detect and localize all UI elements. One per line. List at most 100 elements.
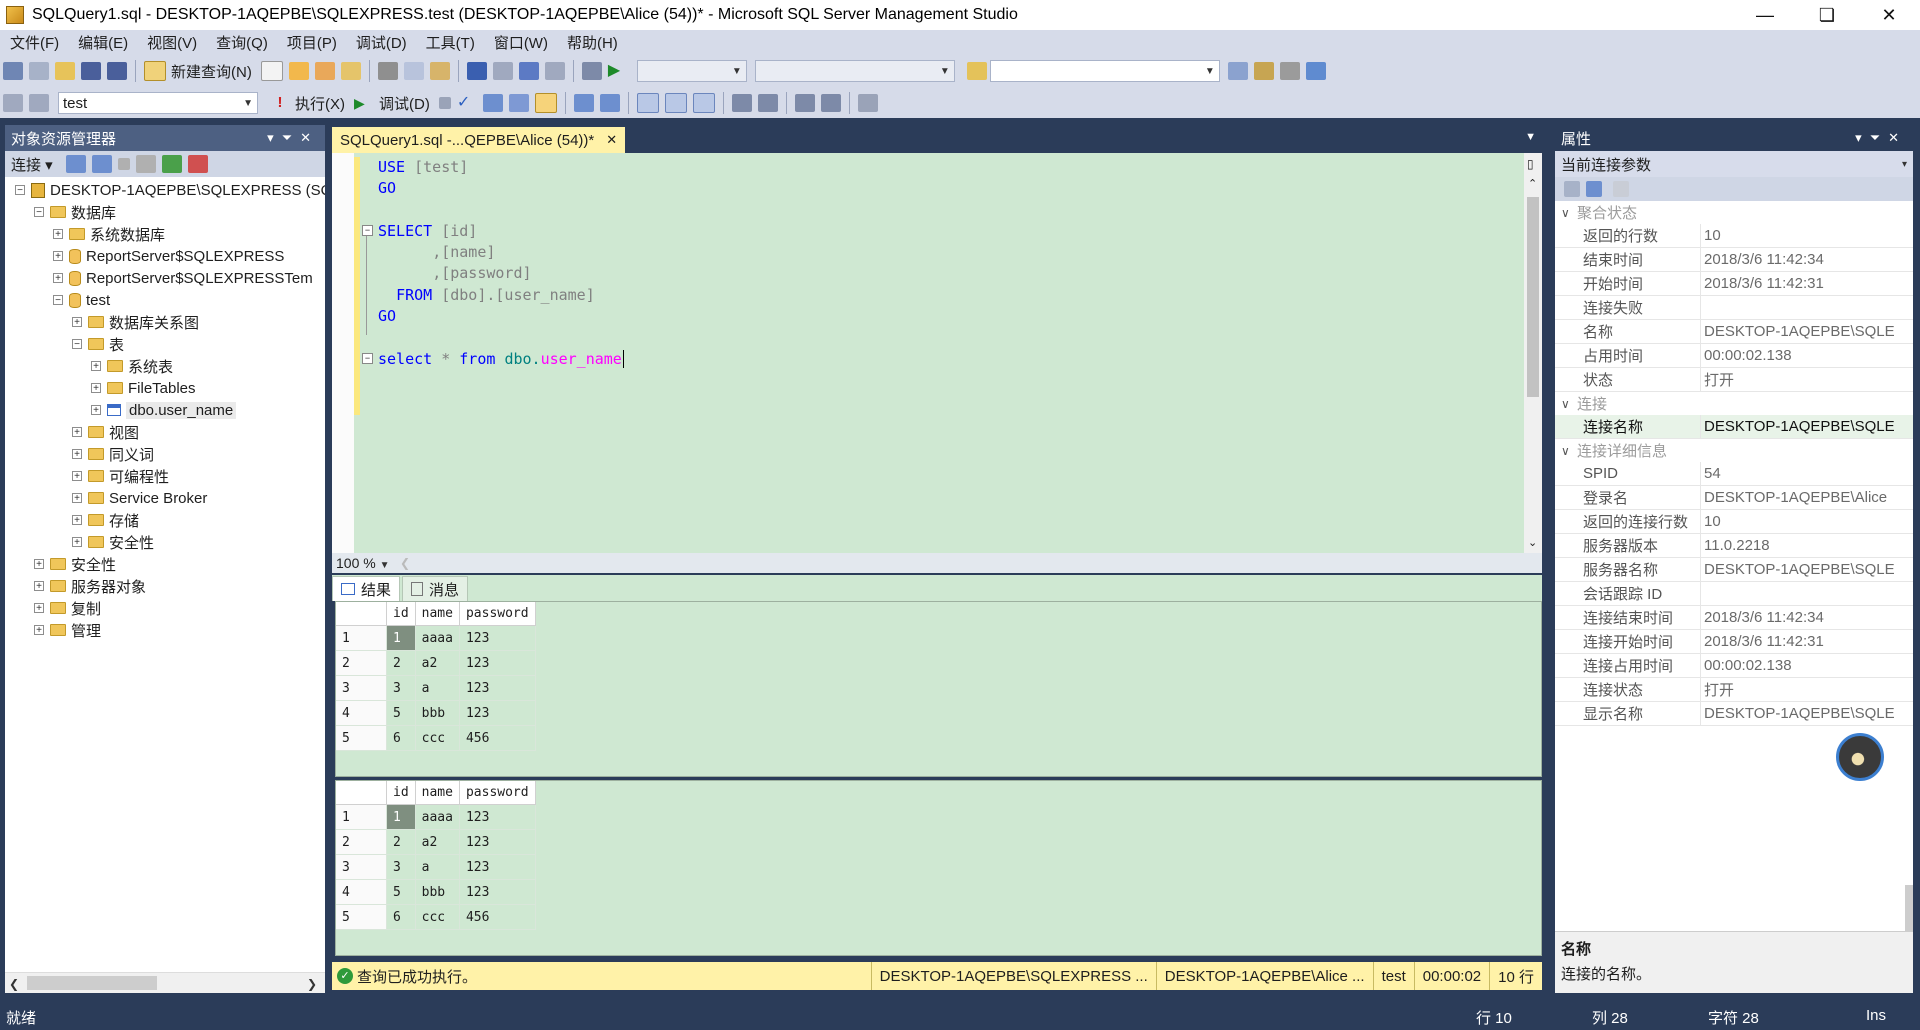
row-number[interactable]: 2 xyxy=(336,650,387,676)
column-header[interactable]: name xyxy=(415,602,460,626)
tab-messages[interactable]: 消息 xyxy=(402,576,469,601)
table-cell[interactable]: a xyxy=(415,675,460,701)
tree-node[interactable]: + 服务器对象 xyxy=(34,575,146,597)
property-row[interactable]: 连接状态 打开 xyxy=(1555,678,1913,702)
property-row[interactable]: 登录名 DESKTOP-1AQEPBE\Alice xyxy=(1555,486,1913,510)
row-number[interactable]: 2 xyxy=(336,829,387,855)
results-to-grid-icon[interactable] xyxy=(664,93,687,113)
table-row[interactable]: 5 6 ccc 456 xyxy=(336,904,536,930)
table-cell[interactable]: 123 xyxy=(459,804,536,830)
property-row[interactable]: 显示名称 DESKTOP-1AQEPBE\SQLE xyxy=(1555,702,1913,726)
table-cell[interactable]: 123 xyxy=(459,650,536,676)
table-cell[interactable]: aaaa xyxy=(415,625,460,651)
property-row[interactable]: 返回的行数 10 xyxy=(1555,224,1913,248)
table-row[interactable]: 1 1 aaaa 123 xyxy=(336,625,536,651)
increase-indent-icon[interactable] xyxy=(820,94,841,112)
column-header[interactable]: id xyxy=(386,602,416,626)
table-cell[interactable]: 456 xyxy=(459,725,536,751)
connect-dropdown[interactable]: 连接 ▾ xyxy=(11,154,53,175)
table-cell[interactable]: 123 xyxy=(459,625,536,651)
tree-node[interactable]: + 管理 xyxy=(34,619,101,641)
collapse-icon[interactable]: − xyxy=(34,207,44,218)
scroll-up-icon[interactable]: ⌃ xyxy=(1528,177,1537,190)
start-icon[interactable]: ▶ xyxy=(608,62,628,80)
property-row[interactable]: 连接占用时间 00:00:02.138 xyxy=(1555,654,1913,678)
results-to-text-icon[interactable] xyxy=(636,93,659,113)
tree-node[interactable]: − 数据库 xyxy=(34,201,116,223)
expand-icon[interactable]: + xyxy=(91,361,101,372)
tree-node[interactable]: + 安全性 xyxy=(72,531,154,553)
column-header[interactable]: password xyxy=(459,781,536,805)
grid-corner[interactable] xyxy=(336,602,387,626)
include-plan-icon[interactable] xyxy=(573,94,594,112)
change-connection-icon[interactable] xyxy=(29,94,49,112)
menu-help[interactable]: 帮助(H) xyxy=(557,32,627,53)
column-header[interactable]: password xyxy=(459,602,536,626)
tree-node[interactable]: + FileTables xyxy=(91,377,196,399)
tree-node[interactable]: + 视图 xyxy=(72,421,139,443)
tree-node[interactable]: + 复制 xyxy=(34,597,101,619)
table-row[interactable]: 3 3 a 123 xyxy=(336,854,536,880)
table-row[interactable]: 1 1 aaaa 123 xyxy=(336,804,536,830)
table-cell[interactable]: 5 xyxy=(386,700,416,726)
new-project-icon[interactable] xyxy=(3,62,23,80)
property-category[interactable]: ∨ 连接 xyxy=(1555,392,1913,415)
categorized-icon[interactable] xyxy=(1564,181,1580,197)
alphabetical-icon[interactable] xyxy=(1586,181,1602,197)
property-row[interactable]: 服务器版本 11.0.2218 xyxy=(1555,534,1913,558)
property-category[interactable]: ∨ 聚合状态 xyxy=(1555,201,1913,224)
tree-node[interactable]: + 系统表 xyxy=(91,355,173,377)
property-pages-icon[interactable] xyxy=(1613,181,1629,197)
cut-icon[interactable] xyxy=(377,62,398,80)
sql-editor[interactable]: − − USE [test] GO SELECT [id] ,[name] ,[… xyxy=(332,153,1542,553)
menu-project[interactable]: 项目(P) xyxy=(277,32,346,53)
property-row[interactable]: 返回的连接行数 10 xyxy=(1555,510,1913,534)
chevron-down-icon[interactable]: ∨ xyxy=(1561,397,1577,411)
table-cell[interactable]: 456 xyxy=(459,904,536,930)
floating-avatar[interactable] xyxy=(1836,733,1884,781)
dmx-query-icon[interactable] xyxy=(340,62,361,80)
redo-icon[interactable] xyxy=(492,62,513,80)
table-cell[interactable]: bbb xyxy=(415,879,460,905)
collapse-icon[interactable]: − xyxy=(362,225,373,236)
table-cell[interactable]: ccc xyxy=(415,904,460,930)
client-stats-icon[interactable] xyxy=(599,94,620,112)
chevron-down-icon[interactable]: ∨ xyxy=(1561,206,1577,220)
find-icon[interactable] xyxy=(544,62,565,80)
table-cell[interactable]: 2 xyxy=(386,829,416,855)
horizontal-scrollbar[interactable]: ❮ ❯ xyxy=(5,972,325,993)
tree-node[interactable]: − 表 xyxy=(72,333,124,355)
dropdown-icon[interactable]: ▾ xyxy=(1855,130,1870,145)
pin-icon[interactable]: ⏷ xyxy=(282,130,300,145)
expand-icon[interactable]: + xyxy=(72,537,82,548)
row-number[interactable]: 5 xyxy=(336,725,387,751)
save-icon[interactable] xyxy=(81,62,101,80)
collapse-icon[interactable]: − xyxy=(72,339,82,350)
open-file-icon[interactable] xyxy=(55,62,75,80)
tree-node[interactable]: + ReportServer$SQLEXPRESS xyxy=(53,245,284,267)
property-category[interactable]: ∨ 连接详细信息 xyxy=(1555,439,1913,462)
column-header[interactable]: name xyxy=(415,781,460,805)
row-number[interactable]: 1 xyxy=(336,625,387,651)
property-row[interactable]: 会话跟踪 ID xyxy=(1555,582,1913,606)
expand-icon[interactable]: + xyxy=(34,581,44,592)
property-row[interactable]: 连接失败 xyxy=(1555,296,1913,320)
table-cell[interactable]: ccc xyxy=(415,725,460,751)
platform-combo[interactable]: ▼ xyxy=(754,60,955,82)
table-cell[interactable]: 123 xyxy=(459,829,536,855)
row-number[interactable]: 4 xyxy=(336,879,387,905)
minimize-button[interactable]: — xyxy=(1734,0,1796,30)
connect-icon[interactable] xyxy=(3,94,23,112)
scroll-left-icon[interactable]: ❮ xyxy=(400,556,410,570)
analysis-query-icon[interactable] xyxy=(288,62,309,80)
expand-icon[interactable]: + xyxy=(34,559,44,570)
connect-icon[interactable] xyxy=(65,155,86,173)
tree-node[interactable]: + 可编程性 xyxy=(72,465,169,487)
dropdown-icon[interactable]: ▾ xyxy=(267,130,282,145)
expand-icon[interactable]: + xyxy=(91,405,101,416)
restore-button[interactable]: ❏ xyxy=(1796,0,1858,30)
scroll-down-icon[interactable]: ⌄ xyxy=(1528,536,1537,549)
expand-icon[interactable]: + xyxy=(34,625,44,636)
menu-view[interactable]: 视图(V) xyxy=(137,32,206,53)
tree-node[interactable]: + ReportServer$SQLEXPRESSTem xyxy=(53,267,313,289)
